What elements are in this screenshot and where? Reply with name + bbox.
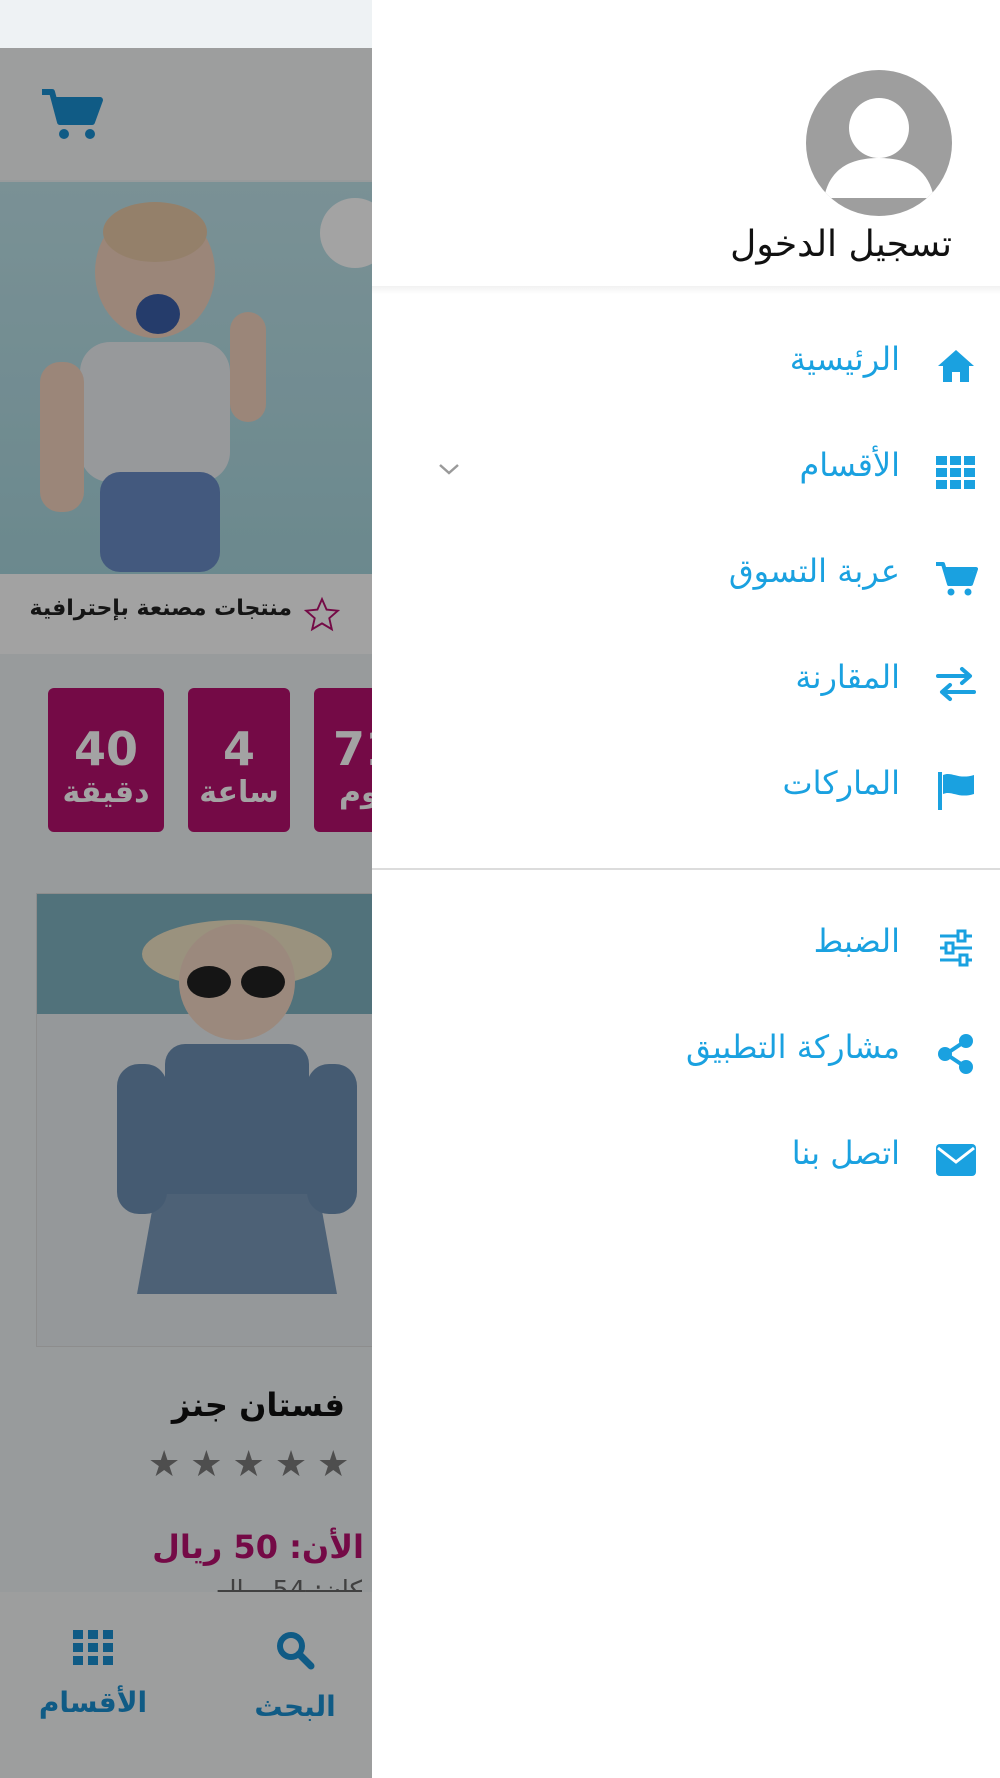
drawer-item-cart[interactable]: عربة التسوق <box>372 538 1000 618</box>
drawer-item-home[interactable]: الرئيسية <box>372 326 1000 406</box>
drawer-item-label: الرئيسية <box>789 340 900 378</box>
home-icon <box>938 350 974 382</box>
drawer-item-brands[interactable]: الماركات <box>372 750 1000 830</box>
drawer-item-label: مشاركة التطبيق <box>686 1028 900 1066</box>
chevron-down-icon[interactable] <box>436 460 462 478</box>
navigation-drawer <box>372 0 1000 1778</box>
drawer-divider <box>372 868 1000 870</box>
share-icon <box>938 1034 973 1074</box>
drawer-item-settings[interactable]: الضبط <box>372 908 1000 988</box>
avatar[interactable] <box>806 70 952 216</box>
drawer-item-contact[interactable]: اتصل بنا <box>372 1120 1000 1200</box>
user-placeholder-icon <box>824 98 934 198</box>
drawer-item-share[interactable]: مشاركة التطبيق <box>372 1014 1000 1094</box>
drawer-item-label: الضبط <box>813 922 900 960</box>
drawer-item-label: الأقسام <box>799 446 900 484</box>
flag-icon <box>938 772 974 810</box>
login-link[interactable]: تسجيل الدخول <box>730 224 952 265</box>
drawer-scrim[interactable] <box>0 48 372 1778</box>
drawer-item-label: عربة التسوق <box>728 552 900 590</box>
sliders-icon <box>940 929 972 967</box>
drawer-item-categories[interactable]: الأقسام <box>372 432 1000 512</box>
drawer-header-divider <box>372 286 1000 294</box>
envelope-icon <box>936 1144 976 1176</box>
compare-arrows-icon <box>936 667 976 701</box>
grid-icon <box>936 456 975 489</box>
cart-icon <box>936 562 978 596</box>
drawer-item-label: اتصل بنا <box>791 1134 900 1172</box>
drawer-item-compare[interactable]: المقارنة <box>372 644 1000 724</box>
drawer-item-label: الماركات <box>782 764 900 802</box>
drawer-item-label: المقارنة <box>795 658 900 696</box>
